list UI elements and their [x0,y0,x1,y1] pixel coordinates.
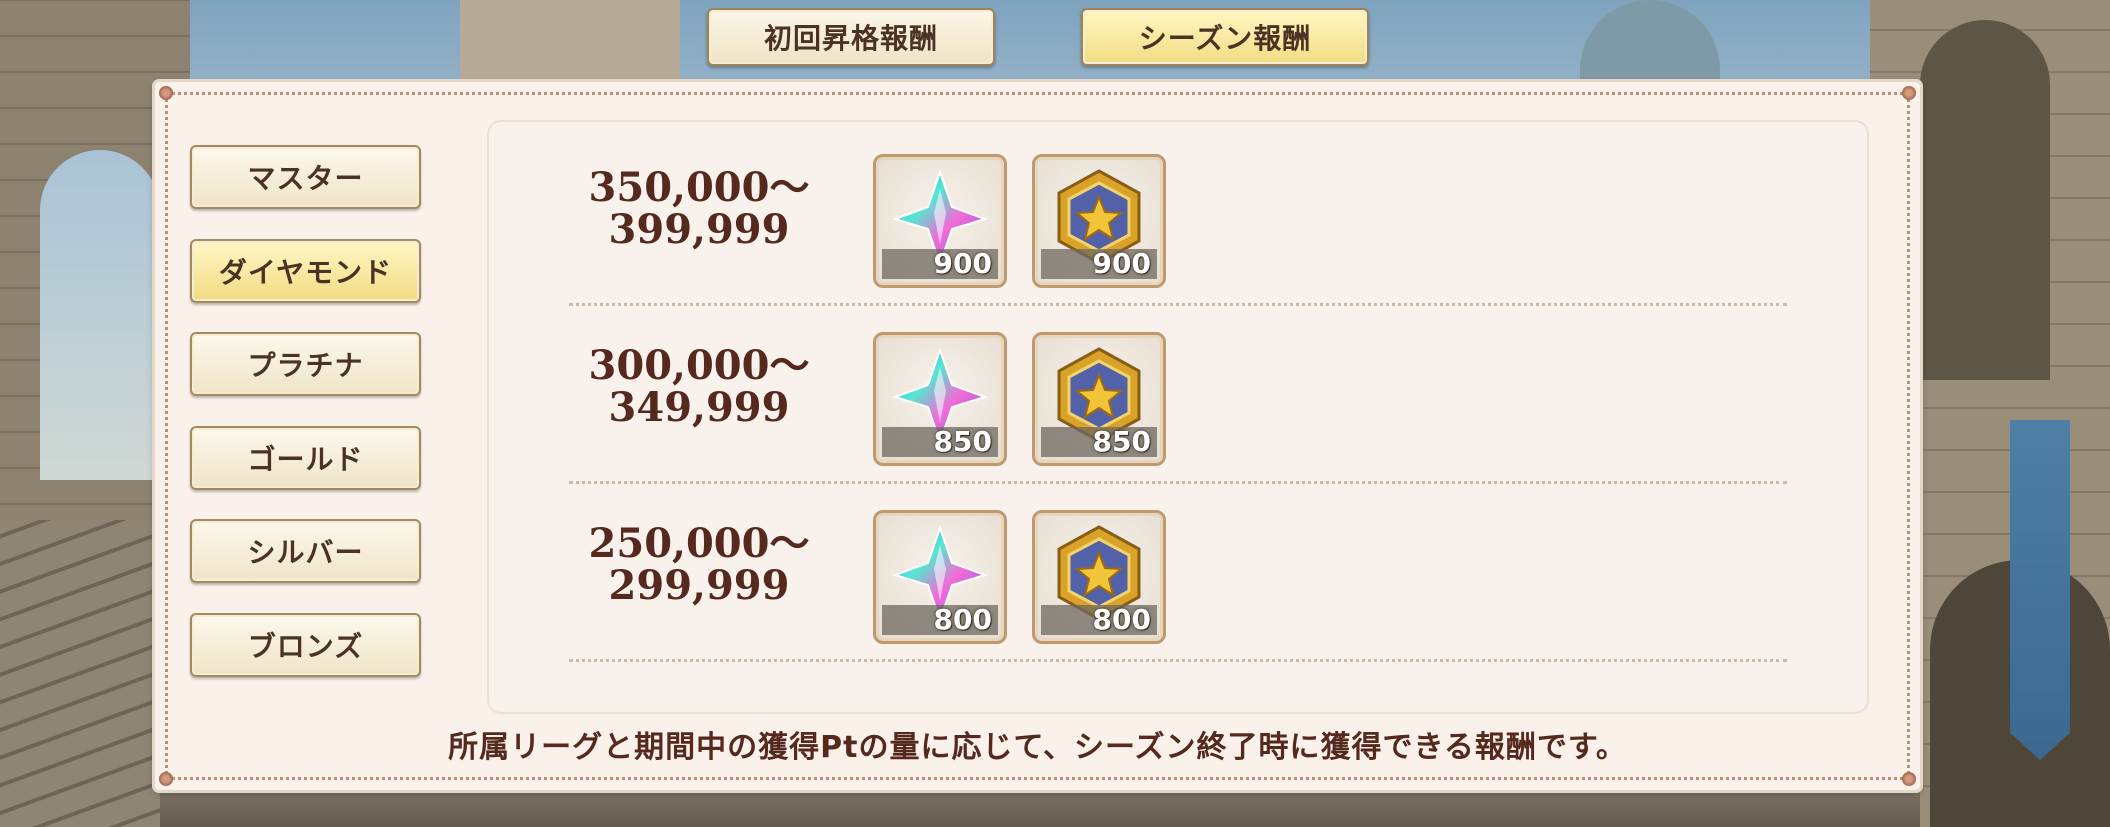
rank-button-silver[interactable]: シルバー [190,519,421,583]
item-quantity: 900 [1041,249,1157,279]
reward-item-crystal[interactable]: 800 [873,510,1007,644]
reward-panel: マスター ダイヤモンド プラチナ ゴールド シルバー ブロンズ 350,000〜… [155,82,1920,790]
reward-list[interactable]: 350,000〜 399,999 900 900 300,000〜 349,99… [487,120,1869,714]
item-quantity: 800 [882,605,998,635]
range-from: 300,000〜 [588,342,810,389]
right-arch [1920,20,2050,380]
corner-ornament [159,772,173,786]
row-divider [569,659,1787,662]
range-from: 250,000〜 [588,520,810,567]
rank-button-diamond[interactable]: ダイヤモンド [190,239,421,303]
item-quantity: 900 [882,249,998,279]
reward-item-medal[interactable]: 800 [1032,510,1166,644]
blue-banner [2010,420,2070,760]
rank-button-master[interactable]: マスター [190,145,421,209]
item-quantity: 850 [1041,427,1157,457]
item-quantity: 800 [1041,605,1157,635]
reward-row: 250,000〜 299,999 800 800 [489,478,1867,662]
point-range: 300,000〜 349,999 [574,345,824,429]
range-from: 350,000〜 [588,164,810,211]
corner-ornament [1902,772,1916,786]
point-range: 250,000〜 299,999 [574,523,824,607]
rank-button-bronze[interactable]: ブロンズ [190,613,421,677]
range-to: 349,999 [608,384,790,431]
reward-item-crystal[interactable]: 900 [873,154,1007,288]
reward-item-crystal[interactable]: 850 [873,332,1007,466]
distant-tower [460,0,680,90]
rank-button-gold[interactable]: ゴールド [190,426,421,490]
reward-description: 所属リーグと期間中の獲得Ptの量に応じて、シーズン終了時に獲得できる報酬です。 [448,730,1627,765]
item-quantity: 850 [882,427,998,457]
reward-row: 350,000〜 399,999 900 900 [489,122,1867,306]
rank-button-platinum[interactable]: プラチナ [190,332,421,396]
point-range: 350,000〜 399,999 [574,167,824,251]
left-arch [40,150,160,480]
reward-row: 300,000〜 349,999 850 850 [489,300,1867,484]
ground [160,790,1920,827]
range-to: 299,999 [608,562,790,609]
corner-ornament [159,86,173,100]
range-to: 399,999 [608,206,790,253]
tab-first-promotion-reward[interactable]: 初回昇格報酬 [707,8,995,66]
reward-item-medal[interactable]: 900 [1032,154,1166,288]
tab-season-reward[interactable]: シーズン報酬 [1081,8,1369,66]
reward-item-medal[interactable]: 850 [1032,332,1166,466]
corner-ornament [1902,86,1916,100]
